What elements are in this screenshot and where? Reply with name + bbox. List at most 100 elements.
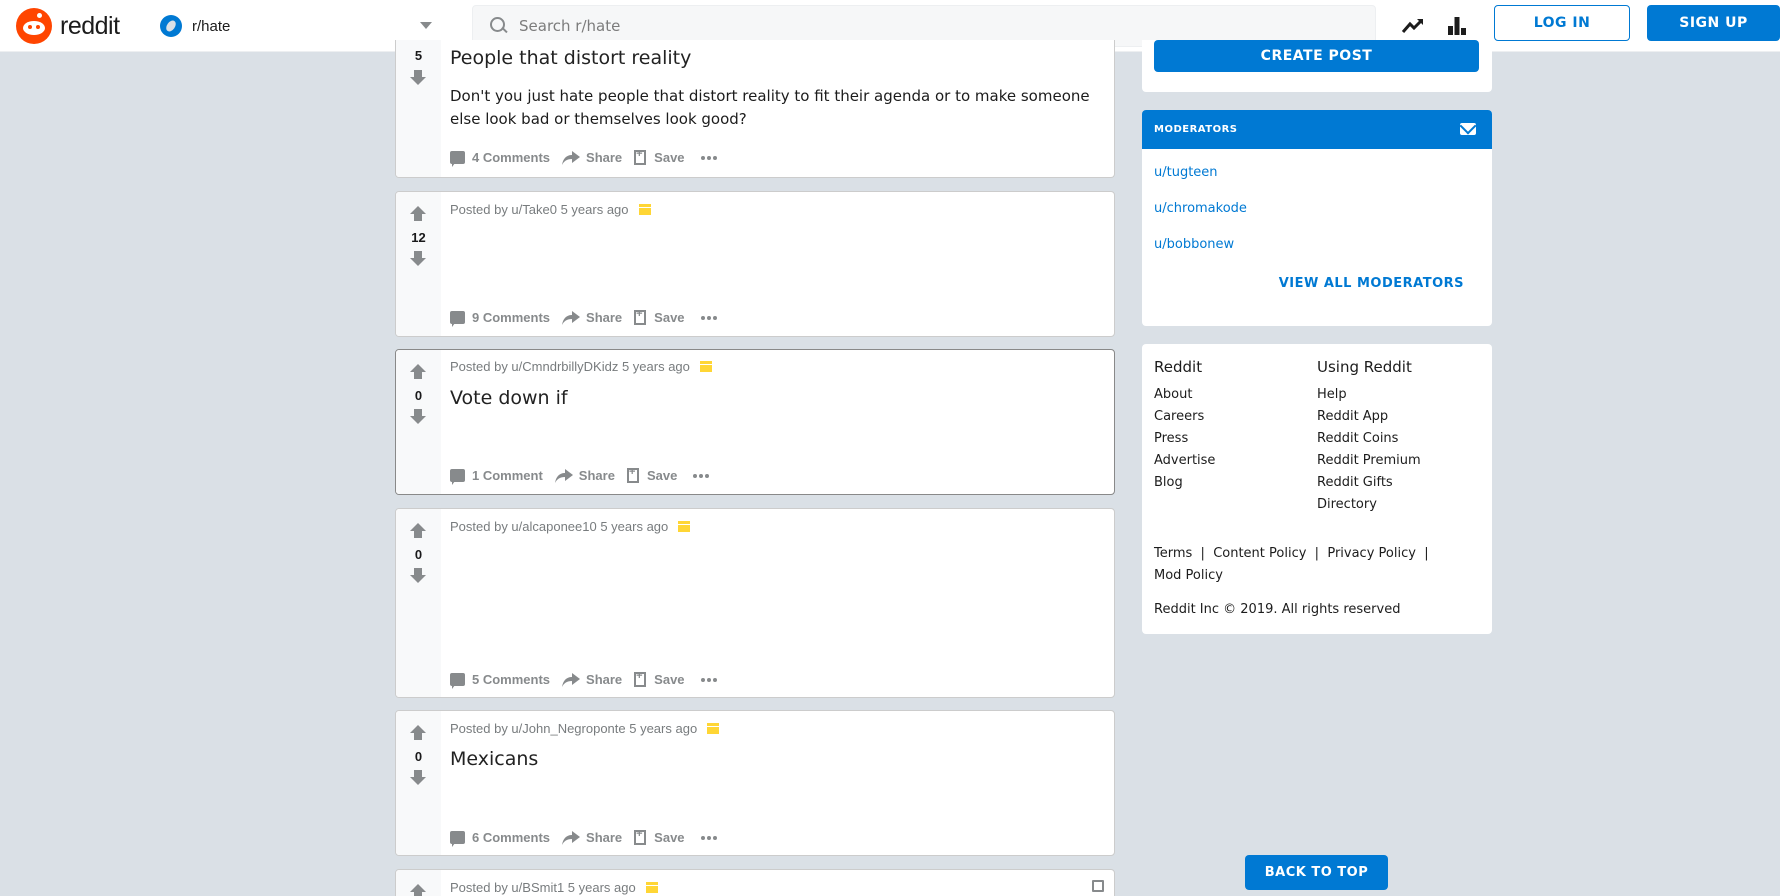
trending-icon[interactable] (1399, 12, 1427, 40)
more-options-icon[interactable] (700, 677, 717, 682)
post-author-time[interactable]: Posted by u/BSmit1 5 years ago (450, 880, 636, 895)
footer-link-careers[interactable]: Careers (1154, 409, 1204, 424)
comments-button[interactable]: 9 Comments (450, 310, 550, 327)
post-author-time[interactable]: Posted by u/John_Negroponte 5 years ago (450, 721, 697, 736)
footer-link-about[interactable]: About (1154, 387, 1192, 402)
more-options-icon[interactable] (700, 155, 717, 160)
footer-link-directory[interactable]: Directory (1317, 497, 1377, 512)
footer-link-help[interactable]: Help (1317, 387, 1347, 402)
post-actions: 1 Comment Share Save (450, 466, 710, 485)
search-icon (489, 16, 509, 36)
downvote-icon[interactable] (410, 769, 426, 785)
post-card[interactable]: 0 Posted by u/CmndrbillyDKidz 5 years ag… (395, 349, 1115, 495)
save-button[interactable]: Save (634, 670, 685, 687)
back-to-top-button[interactable]: BACK TO TOP (1245, 855, 1388, 890)
share-icon (562, 310, 581, 325)
post-author-time[interactable]: Posted by u/alcaponee10 5 years ago (450, 519, 668, 534)
footer-link-advertise[interactable]: Advertise (1154, 453, 1215, 468)
share-icon (562, 150, 581, 165)
post-card[interactable]: 0 Posted by u/John_Negroponte 5 years ag… (395, 710, 1115, 856)
vote-score: 5 (414, 48, 423, 63)
upvote-icon[interactable] (410, 364, 426, 380)
save-icon (634, 670, 647, 687)
downvote-icon[interactable] (410, 250, 426, 266)
vote-column: 0 (396, 711, 441, 855)
comment-icon (450, 831, 465, 847)
post-card[interactable]: 12 Posted by u/Take0 5 years ago 9 Comme… (395, 191, 1115, 337)
upvote-icon[interactable] (410, 884, 426, 896)
comments-button[interactable]: 5 Comments (450, 672, 550, 689)
policy-links[interactable]: Terms | Content Policy | Privacy Policy … (1154, 546, 1429, 561)
share-button[interactable]: Share (554, 468, 615, 483)
message-mods-icon[interactable] (1460, 123, 1476, 135)
footer-link-press[interactable]: Press (1154, 431, 1188, 446)
reddit-logo[interactable]: reddit (16, 6, 120, 46)
create-post-button[interactable]: CREATE POST (1154, 40, 1479, 72)
post-meta: Posted by u/Take0 5 years ago (450, 202, 651, 217)
community-card: CREATE POST (1142, 40, 1492, 92)
save-icon (634, 148, 647, 165)
subreddit-name: r/hate (192, 17, 231, 35)
footer-link-blog[interactable]: Blog (1154, 475, 1183, 490)
save-button[interactable]: Save (634, 308, 685, 325)
more-options-icon[interactable] (693, 473, 710, 478)
copyright-text: Reddit Inc © 2019. All rights reserved (1154, 602, 1401, 617)
view-all-moderators-link[interactable]: VIEW ALL MODERATORS (1279, 276, 1464, 291)
save-button[interactable]: Save (634, 148, 685, 165)
footer-link-reddit-app[interactable]: Reddit App (1317, 409, 1388, 424)
moderator-link[interactable]: u/chromakode (1154, 201, 1247, 216)
footer-link-reddit-premium[interactable]: Reddit Premium (1317, 453, 1421, 468)
save-button[interactable]: Save (634, 828, 685, 845)
upvote-icon[interactable] (410, 206, 426, 222)
upvote-icon[interactable] (410, 523, 426, 539)
share-button[interactable]: Share (562, 830, 622, 845)
comments-button[interactable]: 6 Comments (450, 830, 550, 847)
leaderboard-icon[interactable] (1443, 12, 1471, 40)
post-title[interactable]: People that distort reality (450, 47, 691, 69)
share-button[interactable]: Share (562, 310, 622, 325)
vote-score: 0 (414, 749, 423, 764)
login-button[interactable]: LOG IN (1494, 5, 1630, 41)
mod-policy-link[interactable]: Mod Policy (1154, 568, 1223, 583)
save-button[interactable]: Save (626, 466, 677, 483)
footer-reddit-title: Reddit (1154, 358, 1203, 376)
moderators-header: MODERATORS (1142, 110, 1492, 149)
downvote-icon[interactable] (410, 69, 426, 85)
post-meta: Posted by u/CmndrbillyDKidz 5 years ago (450, 359, 712, 374)
signup-button[interactable]: SIGN UP (1647, 5, 1780, 41)
vote-column: 5 (396, 40, 441, 177)
save-icon (634, 308, 647, 325)
post-meta: Posted by u/BSmit1 5 years ago (450, 880, 658, 895)
downvote-icon[interactable] (410, 408, 426, 424)
post-card[interactable]: 5 People that distort reality Don't you … (395, 40, 1115, 178)
post-author-time[interactable]: Posted by u/CmndrbillyDKidz 5 years ago (450, 359, 690, 374)
vote-column (396, 870, 441, 896)
post-author-time[interactable]: Posted by u/Take0 5 years ago (450, 202, 629, 217)
subreddit-icon (160, 15, 182, 37)
post-card[interactable]: 0 Posted by u/alcaponee10 5 years ago 5 … (395, 508, 1115, 698)
post-card[interactable]: Posted by u/BSmit1 5 years ago (395, 869, 1115, 896)
upvote-icon[interactable] (410, 725, 426, 741)
footer-card: Reddit About Careers Press Advertise Blo… (1142, 344, 1492, 634)
moderator-link[interactable]: u/tugteen (1154, 165, 1218, 180)
external-link-icon[interactable] (1092, 880, 1104, 892)
vote-column: 0 (396, 350, 441, 494)
share-icon (562, 830, 581, 845)
comment-icon (450, 673, 465, 689)
comments-button[interactable]: 1 Comment (450, 468, 543, 485)
more-options-icon[interactable] (700, 315, 717, 320)
downvote-icon[interactable] (410, 567, 426, 583)
post-actions: 6 Comments Share Save (450, 828, 717, 847)
share-button[interactable]: Share (562, 672, 622, 687)
chevron-down-icon[interactable] (420, 22, 432, 29)
footer-link-reddit-coins[interactable]: Reddit Coins (1317, 431, 1398, 446)
post-title[interactable]: Mexicans (450, 748, 538, 770)
share-button[interactable]: Share (562, 150, 622, 165)
search-input[interactable] (519, 17, 1359, 35)
post-title[interactable]: Vote down if (450, 387, 568, 409)
footer-link-reddit-gifts[interactable]: Reddit Gifts (1317, 475, 1393, 490)
subreddit-selector[interactable]: r/hate (160, 8, 440, 44)
moderator-link[interactable]: u/bobbonew (1154, 237, 1234, 252)
comments-button[interactable]: 4 Comments (450, 150, 550, 167)
more-options-icon[interactable] (700, 835, 717, 840)
